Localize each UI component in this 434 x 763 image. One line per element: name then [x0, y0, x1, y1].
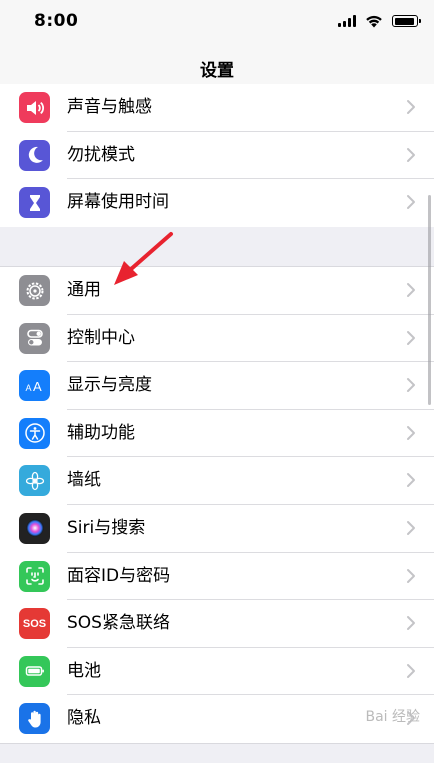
settings-row-label: 控制中心 [67, 327, 135, 348]
settings-row-label: SOS紧急联络 [67, 613, 170, 634]
settings-row[interactable]: 通用 [0, 267, 434, 315]
settings-row-label: 勿扰模式 [67, 144, 135, 165]
chevron-right-icon [406, 615, 416, 631]
red-arrow-annotation [114, 232, 173, 285]
watermark: Bai 经验 [365, 709, 420, 725]
settings-row[interactable]: 电池 [0, 648, 434, 696]
chevron-right-icon [406, 194, 416, 210]
toggles-icon [19, 322, 50, 354]
chevron-right-icon [406, 147, 416, 163]
settings-row[interactable]: A A 显示与亮度 [0, 362, 434, 410]
moon-icon [19, 139, 50, 171]
signal-icon [338, 15, 356, 27]
hourglass-icon [19, 187, 50, 219]
settings-row-label: 显示与亮度 [67, 375, 152, 396]
settings-row-label: 电池 [67, 660, 101, 681]
settings-row-label: 通用 [67, 280, 101, 300]
settings-row-label: 隐私 [67, 708, 101, 729]
chevron-right-icon [406, 330, 416, 346]
chevron-right-icon [406, 377, 416, 393]
settings-row-label: 屏幕使用时间 [67, 192, 169, 213]
status-bar: 8:00 [0, 0, 434, 44]
wifi-icon [366, 15, 382, 28]
chevron-right-icon [406, 663, 416, 679]
chevron-right-icon [406, 520, 416, 536]
settings-row[interactable]: 控制中心 [0, 315, 434, 363]
settings-row-label: 墙纸 [67, 470, 101, 491]
text-size-icon: AA [19, 370, 50, 402]
sos-icon: SOS [19, 608, 50, 640]
settings-row[interactable]: 墙纸 [0, 457, 434, 505]
gear-icon [19, 275, 50, 306]
flower-icon [19, 465, 50, 497]
chevron-right-icon [406, 568, 416, 584]
face-id-icon [19, 560, 50, 592]
siri-icon [19, 512, 50, 544]
settings-row[interactable]: 辅助功能 [0, 410, 434, 458]
svg-text:A: A [25, 383, 31, 393]
status-time: 8:00 [34, 11, 79, 31]
svg-text:A: A [33, 379, 42, 394]
scroll-indicator[interactable] [428, 195, 431, 405]
hand-icon [19, 703, 50, 735]
sos-icon-text: SOS [22, 617, 47, 630]
settings-row[interactable]: 面容ID与密码 [0, 553, 434, 601]
chevron-right-icon [406, 472, 416, 488]
status-icons [338, 13, 421, 29]
page-title: 设置 [200, 61, 234, 81]
battery-icon [19, 655, 50, 687]
settings-row-label: 声音与触感 [67, 97, 152, 117]
settings-group-1: 声音与触感勿扰模式屏幕使用时间 [0, 84, 434, 227]
settings-group-2: 通用控制中心 A A 显示与亮度辅助功能墙纸 Siri与搜索面容ID与密码 SOS SOS紧… [0, 266, 434, 744]
settings-row[interactable]: 勿扰模式 [0, 132, 434, 180]
settings-row[interactable]: Siri与搜索 [0, 505, 434, 553]
chevron-right-icon [406, 425, 416, 441]
settings-row[interactable]: 声音与触感 [0, 84, 434, 132]
battery-status-icon [392, 15, 421, 27]
settings-row-label: 面容ID与密码 [67, 565, 171, 586]
settings-row[interactable]: SOS SOS紧急联络 [0, 600, 434, 648]
settings-row-label: 辅助功能 [67, 422, 135, 443]
speaker-icon [19, 92, 50, 123]
settings-row-label: Siri与搜索 [67, 517, 146, 538]
settings-row[interactable]: 屏幕使用时间 [0, 179, 434, 227]
accessibility-icon [19, 417, 50, 449]
chevron-right-icon [406, 99, 416, 115]
chevron-right-icon [406, 282, 416, 298]
